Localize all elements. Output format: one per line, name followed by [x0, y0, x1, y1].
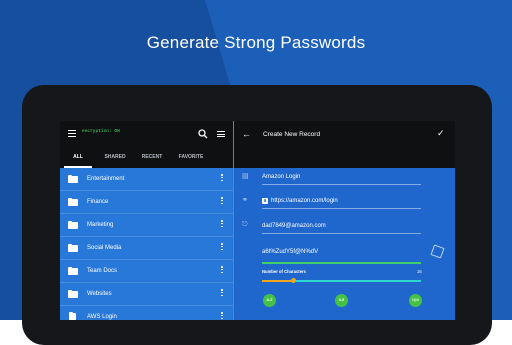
shared-folder-icon — [68, 266, 78, 275]
divider — [262, 208, 421, 209]
more-options-icon[interactable] — [221, 266, 223, 275]
more-options-icon[interactable] — [221, 220, 223, 229]
symbols-toggle[interactable]: !@# — [409, 294, 422, 307]
password-field[interactable]: a6t%ZudY5f@N%dV — [262, 249, 318, 255]
uppercase-toggle[interactable]: A-Z — [263, 294, 276, 307]
record-icon — [69, 311, 76, 320]
list-view-icon[interactable] — [217, 131, 225, 138]
headline: Generate Strong Passwords — [146, 33, 366, 52]
hamburger-icon[interactable] — [68, 130, 76, 138]
folder-icon — [68, 174, 78, 183]
shared-folder-icon — [68, 243, 78, 252]
check-icon[interactable]: ✓ — [437, 128, 445, 139]
folder-label: Team Docs — [87, 268, 118, 274]
length-slider-knob[interactable] — [291, 278, 296, 283]
more-options-icon[interactable] — [221, 174, 223, 183]
list-item[interactable]: Social Media — [60, 237, 233, 260]
tab-shared[interactable]: SHARED — [100, 154, 130, 160]
divider — [262, 184, 421, 185]
list-item[interactable]: Team Docs — [60, 260, 233, 283]
app-screen: encryption: ON ALL SHARED RECENT FAVORIT… — [60, 121, 455, 320]
search-icon[interactable] — [198, 129, 208, 139]
folder-label: Marketing — [87, 222, 114, 228]
folder-pane: encryption: ON ALL SHARED RECENT FAVORIT… — [60, 121, 233, 320]
length-value: 16 — [417, 269, 422, 274]
app-toolbar: encryption: ON ALL SHARED RECENT FAVORIT… — [60, 121, 233, 168]
tab-recent[interactable]: RECENT — [137, 154, 167, 160]
url-field[interactable]: a https://amazon.com/login — [262, 198, 338, 204]
url-value: https://amazon.com/login — [271, 198, 338, 204]
length-label: Number of Characters — [262, 269, 306, 274]
record-form: ▤ Amazon Login ⚭ a https://amazon.com/log… — [234, 168, 455, 320]
list-item[interactable]: Websites — [60, 283, 233, 306]
folder-list: Entertainment Finance Marketing Social M… — [60, 168, 233, 320]
key-icon: ⎋ — [242, 221, 248, 228]
tab-all[interactable]: ALL — [65, 154, 91, 160]
list-item[interactable]: Marketing — [60, 214, 233, 237]
tab-favorite[interactable]: FAVORITE — [173, 154, 209, 160]
globe-icon: ⚭ — [242, 197, 248, 204]
folder-icon — [68, 197, 78, 206]
username-field[interactable]: dad7849@amazon.com — [262, 223, 326, 229]
more-options-icon[interactable] — [221, 243, 223, 252]
amazon-logo-icon: a — [262, 198, 268, 204]
record-label: AWS Login — [87, 314, 117, 320]
digits-toggle[interactable]: 0-9 — [335, 294, 348, 307]
document-icon: ▤ — [242, 173, 249, 180]
folder-icon — [68, 220, 78, 229]
record-name-field[interactable]: Amazon Login — [262, 174, 300, 180]
back-arrow-icon[interactable]: ← — [242, 129, 251, 139]
record-pane: ← Create New Record ✓ ▤ Amazon Login ⚭ a… — [233, 121, 455, 320]
record-toolbar: ← Create New Record ✓ — [234, 121, 455, 168]
dice-icon[interactable] — [430, 244, 445, 259]
more-options-icon[interactable] — [221, 197, 223, 206]
folder-label: Entertainment — [87, 176, 125, 182]
folder-label: Finance — [87, 199, 109, 205]
encryption-status: encryption: ON — [82, 129, 120, 134]
divider — [262, 233, 421, 234]
list-item[interactable]: AWS Login — [60, 306, 233, 320]
folder-label: Social Media — [87, 245, 122, 251]
more-options-icon[interactable] — [221, 289, 223, 298]
list-item[interactable]: Entertainment — [60, 168, 233, 191]
tab-bar: ALL SHARED RECENT FAVORITE — [60, 152, 233, 168]
folder-label: Websites — [87, 291, 112, 297]
shared-folder-icon — [68, 289, 78, 298]
more-options-icon[interactable] — [221, 312, 223, 320]
list-item[interactable]: Finance — [60, 191, 233, 214]
password-strength-bar — [262, 262, 421, 264]
length-slider-fill — [262, 280, 293, 282]
page-title: Create New Record — [263, 131, 321, 138]
